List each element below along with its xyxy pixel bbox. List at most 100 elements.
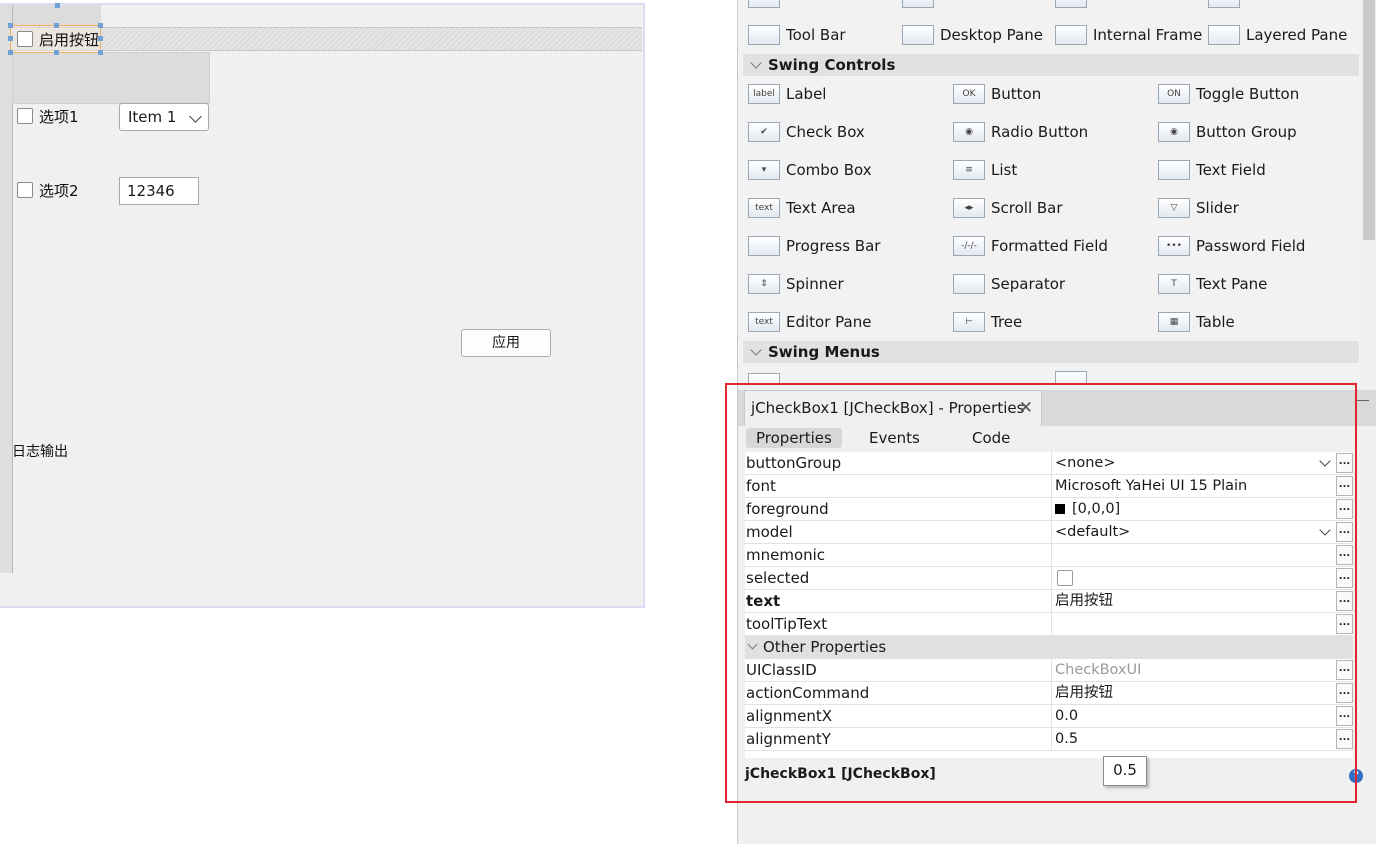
property-row-model[interactable]: model <default>... [745,521,1353,544]
property-value[interactable]: Microsoft YaHei UI 15 Plain [1051,475,1341,497]
properties-tab[interactable]: jCheckBox1 [JCheckBox] - Properties ✕ [744,390,1042,426]
palette-scrollbar[interactable] [1361,0,1376,384]
property-row-selected[interactable]: selected... [745,567,1353,590]
minimize-icon[interactable] [1355,400,1369,401]
palette-item-table[interactable]: ▦ Table [1158,307,1358,337]
palette-item-split-pane[interactable] [1055,0,1205,13]
property-row-tooltiptext[interactable]: toolTipText... [745,613,1353,636]
palette-item-slider[interactable]: ▽ Slider [1158,193,1358,223]
ellipsis-button[interactable]: ... [1336,706,1353,726]
tab-code[interactable]: Code [962,428,1020,448]
palette-item-separator[interactable]: Separator [953,269,1153,299]
property-row-alignmenty[interactable]: alignmentY 0.5... [745,728,1353,751]
resize-handle[interactable] [8,36,13,41]
palette-item-text-pane[interactable]: T Text Pane [1158,269,1358,299]
palette-item-menu-bar[interactable] [748,368,898,384]
palette-item-internal-frame[interactable]: Internal Frame [1055,20,1205,50]
ellipsis-button[interactable]: ... [1336,729,1353,749]
help-icon[interactable]: ? [1349,769,1363,783]
palette-item-list[interactable]: ≡ List [953,155,1153,185]
ellipsis-button[interactable]: ... [1336,568,1353,588]
palette-section-swing-controls[interactable]: Swing Controls [743,54,1359,76]
palette-item-panel[interactable] [748,0,898,13]
property-row-text[interactable]: text 启用按钮... [745,590,1353,613]
palette-item-desktop-pane[interactable]: Desktop Pane [902,20,1052,50]
ellipsis-button[interactable]: ... [1336,545,1353,565]
chevron-down-icon[interactable] [1319,524,1331,536]
palette-item-tree[interactable]: ⊢ Tree [953,307,1153,337]
palette-item-tool-bar[interactable]: Tool Bar [748,20,898,50]
palette-scrollbar-thumb[interactable] [1363,0,1375,240]
palette-item-radio-button[interactable]: ◉ Radio Button [953,117,1153,147]
resize-handle[interactable] [54,50,59,55]
resize-handle[interactable] [8,23,13,28]
ellipsis-button[interactable]: ... [1336,614,1353,634]
property-row-buttongroup[interactable]: buttonGroup <none>... [745,452,1353,475]
palette-item-toggle-button[interactable]: ON Toggle Button [1158,79,1358,109]
property-value[interactable] [1051,544,1341,566]
property-value[interactable]: 启用按钮 [1051,590,1341,612]
number-text-field[interactable]: 12346 [119,177,199,205]
close-icon[interactable]: ✕ [1019,391,1033,425]
palette-item-tabbed-pane[interactable] [902,0,1052,13]
resize-handle[interactable] [54,23,59,28]
palette-item-label: Radio Button [991,123,1089,141]
palette-item-menu[interactable] [1055,366,1205,384]
palette-item-button-group[interactable]: ◉ Button Group [1158,117,1358,147]
property-value[interactable]: [0,0,0] [1051,498,1341,520]
property-value[interactable]: <default> [1051,521,1341,543]
palette-item-scroll-pane[interactable] [1208,0,1358,13]
ellipsis-button[interactable]: ... [1336,453,1353,473]
palette-item-button[interactable]: OK Button [953,79,1153,109]
property-row-font[interactable]: font Microsoft YaHei UI 15 Plain... [745,475,1353,498]
resize-handle[interactable] [55,3,60,8]
palette-item-scroll-bar[interactable]: ◂▸ Scroll Bar [953,193,1153,223]
property-value[interactable]: 0.0 [1051,705,1341,727]
property-value[interactable]: 启用按钮 [1051,682,1341,704]
resize-handle[interactable] [98,50,103,55]
palette-item-layered-pane[interactable]: Layered Pane [1208,20,1358,50]
property-value[interactable]: 0.5 [1051,728,1341,750]
property-value[interactable] [1051,567,1341,589]
property-row-alignmentx[interactable]: alignmentX 0.0... [745,705,1353,728]
property-group-other[interactable]: Other Properties [745,636,1353,659]
palette-item-label: Button [991,85,1042,103]
item-combo-box[interactable]: Item 1 [119,103,209,131]
palette-item-formatted-field[interactable]: -/-/- Formatted Field [953,231,1153,261]
property-value[interactable]: CheckBoxUI [1051,659,1341,681]
ellipsis-button[interactable]: ... [1336,660,1353,680]
palette-item-check-box[interactable]: ✔ Check Box [748,117,948,147]
ellipsis-button[interactable]: ... [1336,591,1353,611]
property-row-uiclassid[interactable]: UIClassID CheckBoxUI... [745,659,1353,682]
tab-events[interactable]: Events [859,428,930,448]
property-row-foreground[interactable]: foreground [0,0,0]... [745,498,1353,521]
ellipsis-button[interactable]: ... [1336,499,1353,519]
property-value[interactable] [1051,613,1341,635]
property-row-actioncommand[interactable]: actionCommand 启用按钮... [745,682,1353,705]
slider-icon: ▽ [1158,198,1190,218]
palette-section-swing-menus[interactable]: Swing Menus [743,341,1359,363]
palette-item-editor-pane[interactable]: text Editor Pane [748,307,948,337]
selected-checkbox[interactable] [1057,570,1073,586]
apply-button[interactable]: 应用 [461,329,551,357]
enable-checkbox[interactable] [17,31,33,47]
option2-checkbox[interactable] [17,182,33,198]
palette-item-progress-bar[interactable]: Progress Bar [748,231,948,261]
property-value[interactable]: <none> [1051,452,1341,474]
palette-item-password-field[interactable]: ••• Password Field [1158,231,1358,261]
palette-item-text-field[interactable]: Text Field [1158,155,1358,185]
property-row-mnemonic[interactable]: mnemonic... [745,544,1353,567]
resize-handle[interactable] [8,50,13,55]
palette-item-label[interactable]: label Label [748,79,948,109]
palette-item-spinner[interactable]: ⇕ Spinner [748,269,948,299]
option1-checkbox[interactable] [17,108,33,124]
resize-handle[interactable] [98,23,103,28]
ellipsis-button[interactable]: ... [1336,522,1353,542]
tab-properties[interactable]: Properties [746,428,842,448]
list-icon: ≡ [953,160,985,180]
chevron-down-icon[interactable] [1319,455,1331,467]
ellipsis-button[interactable]: ... [1336,683,1353,703]
palette-item-combo-box[interactable]: ▾ Combo Box [748,155,948,185]
ellipsis-button[interactable]: ... [1336,476,1353,496]
palette-item-text-area[interactable]: text Text Area [748,193,948,223]
